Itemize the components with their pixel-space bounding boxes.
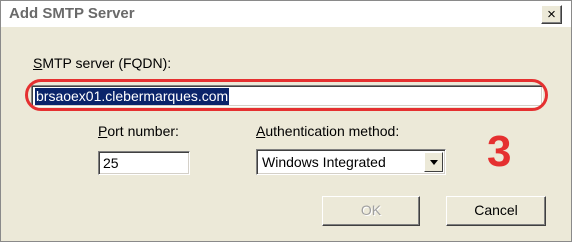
step-number-annotation: 3 [487,127,512,176]
smtp-server-label: SMTP server (FQDN): [33,55,172,71]
port-number-input[interactable]: 25 [98,151,190,175]
highlight-ring [25,79,548,111]
authentication-method-value: Windows Integrated [262,154,386,170]
close-icon: × [547,6,556,23]
authentication-method-label: Authentication method: [256,123,400,139]
window-title: Add SMTP Server [9,5,135,22]
close-button[interactable]: × [541,5,562,24]
ok-button[interactable]: OK [322,196,420,226]
authentication-method-select[interactable]: Windows Integrated [256,149,446,175]
cancel-button[interactable]: Cancel [446,196,546,226]
add-smtp-server-dialog: Add SMTP Server × SMTP server (FQDN): br… [0,0,572,242]
port-number-value: 25 [103,155,119,171]
port-number-label: Port number: [98,123,179,139]
title-bar: Add SMTP Server × [1,1,571,27]
chevron-down-icon[interactable] [424,152,443,172]
